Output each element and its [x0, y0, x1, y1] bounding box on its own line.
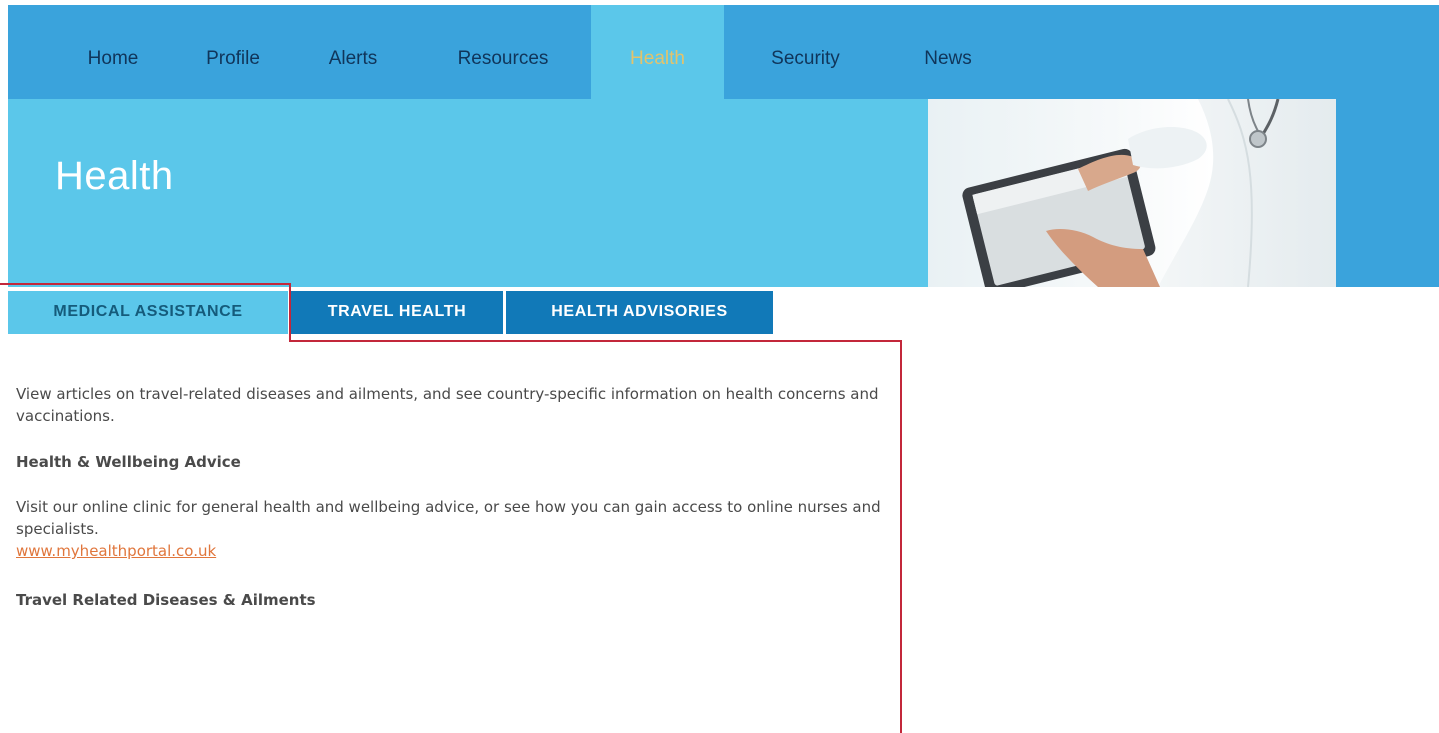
nav-item-profile[interactable]: Profile [173, 5, 293, 99]
top-navigation: Home Profile Alerts Resources Health Sec… [8, 5, 1439, 99]
nav-item-news[interactable]: News [898, 5, 998, 99]
nav-item-home[interactable]: Home [53, 5, 173, 99]
section-heading-diseases: Travel Related Diseases & Ailments [16, 591, 316, 609]
doctor-tablet-illustration [962, 99, 1336, 287]
main-content: View articles on travel-related diseases… [16, 383, 896, 609]
nav-item-resources[interactable]: Resources [438, 5, 568, 99]
wellbeing-description: Visit our online clinic for general heal… [16, 498, 881, 538]
nav-item-alerts[interactable]: Alerts [298, 5, 408, 99]
health-portal-link[interactable]: www.myhealthportal.co.uk [16, 540, 216, 562]
section-heading-wellbeing: Health & Wellbeing Advice [16, 453, 241, 471]
hero-side-panel [1336, 99, 1439, 287]
highlight-outline-top [0, 283, 290, 285]
nav-item-health[interactable]: Health [591, 5, 724, 99]
doctor-tablet-image [928, 99, 1336, 287]
tab-travel-health[interactable]: TRAVEL HEALTH [291, 291, 503, 334]
hero-banner: Health [8, 99, 928, 287]
tab-health-advisories[interactable]: HEALTH ADVISORIES [506, 291, 773, 334]
page-title: Health [55, 154, 174, 198]
tab-medical-assistance[interactable]: MEDICAL ASSISTANCE [8, 291, 288, 334]
highlight-outline-tab-side [289, 283, 291, 341]
intro-text: View articles on travel-related diseases… [16, 385, 879, 425]
nav-item-security[interactable]: Security [743, 5, 868, 99]
highlight-outline-middle [289, 340, 902, 342]
highlight-outline-right [900, 340, 902, 733]
